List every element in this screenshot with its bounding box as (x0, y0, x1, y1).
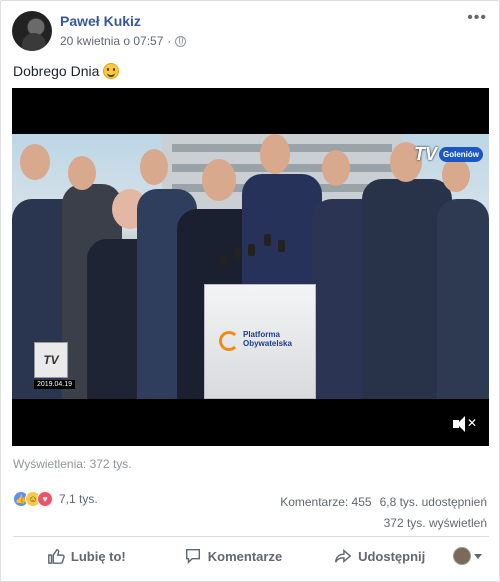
reactions-count[interactable]: 7,1 tys. (59, 492, 98, 506)
profile-selector[interactable] (453, 547, 489, 565)
actions-divider (13, 536, 489, 537)
post-text-content: Dobrego Dnia (13, 63, 100, 79)
comments-count[interactable]: Komentarze: 455 (280, 495, 371, 509)
video-date-stamp: 2019.04.19 (34, 380, 76, 389)
tv-small-logo: TV (34, 342, 68, 378)
profile-avatar (453, 547, 472, 565)
comment-button-label: Komentarze (207, 548, 283, 564)
podium: Platforma Obywatelska (204, 284, 316, 399)
meta-separator: · (167, 34, 172, 48)
views-count-label: Wyświetlenia: 372 tys. (13, 457, 132, 471)
like-button-label: Lubię to! (70, 548, 126, 564)
person-head (202, 159, 236, 201)
share-button[interactable]: Udostępnij (306, 547, 453, 565)
person-head (20, 144, 50, 180)
person-head (322, 150, 350, 186)
share-button-label: Udostępnij (358, 548, 426, 564)
post-timestamp[interactable]: 20 kwietnia o 07:57 (60, 34, 163, 48)
microphone-icon (248, 244, 255, 256)
author-name[interactable]: Paweł Kukiz (60, 13, 141, 29)
views-count: 372 tys. wyświetleń (383, 516, 487, 530)
tv-logo-badge: Goleniów (439, 147, 483, 162)
more-options-icon[interactable]: ••• (467, 9, 487, 27)
post-card: Paweł Kukiz 20 kwietnia o 07:57 · ••• Do… (0, 0, 500, 582)
share-arrow-icon (335, 549, 352, 563)
person-head (260, 134, 290, 174)
microphone-icon (278, 240, 285, 252)
speaker-muted-icon[interactable]: ✕ (453, 416, 477, 432)
video-frame: Platforma Obywatelska TV Goleniów TV 201… (12, 134, 489, 399)
globe-icon[interactable] (175, 35, 187, 47)
love-reaction-icon: ♥ (37, 491, 53, 507)
thumbs-up-icon (47, 548, 65, 564)
microphone-icon (264, 234, 271, 246)
person-head (140, 149, 168, 185)
chevron-down-icon (474, 553, 483, 559)
post-meta: 20 kwietnia o 07:57 · (60, 34, 187, 48)
podium-text: Platforma Obywatelska (243, 330, 292, 348)
platforma-logo-icon (219, 331, 239, 351)
microphone-icon (234, 248, 241, 260)
tv-goleniow-logo: TV Goleniów (414, 144, 483, 165)
comment-button[interactable]: Komentarze (160, 547, 307, 565)
smiley-emoji-icon (103, 63, 120, 79)
post-actions-bar: Lubię to! Komentarze Udostępnij (13, 540, 489, 572)
video-player[interactable]: Platforma Obywatelska TV Goleniów TV 201… (12, 88, 489, 446)
microphone-icon (220, 254, 227, 266)
like-button[interactable]: Lubię to! (13, 547, 160, 565)
post-stats: Komentarze: 455 6,8 tys. udostępnień 372 … (272, 492, 487, 534)
author-avatar[interactable] (12, 11, 52, 51)
reactions-summary[interactable]: 👍 ☺ ♥ 7,1 tys. (13, 491, 98, 507)
person-head (68, 156, 96, 190)
person-figure (437, 199, 489, 399)
post-text: Dobrego Dnia (13, 63, 120, 79)
tv-logo-mark: TV (413, 144, 437, 164)
comment-icon (185, 548, 200, 565)
shares-count[interactable]: 6,8 tys. udostępnień (380, 495, 487, 509)
